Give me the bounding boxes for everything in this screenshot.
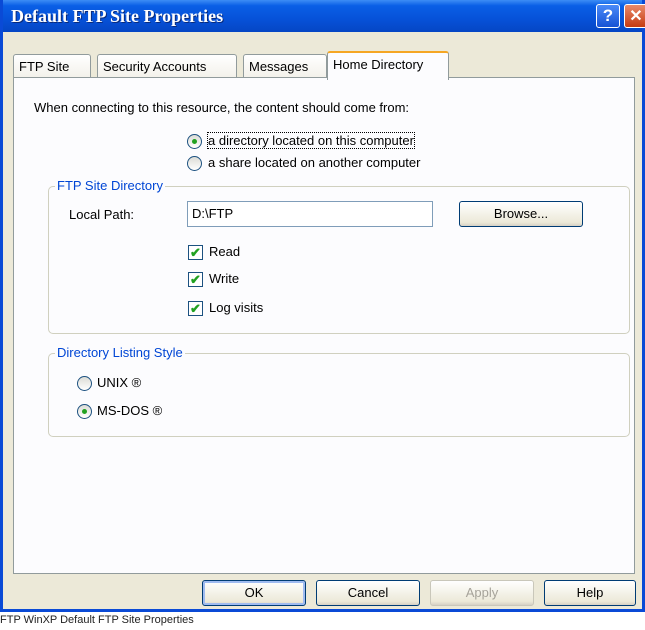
radio-msdos-label[interactable]: MS-DOS ® bbox=[97, 403, 162, 418]
apply-label: Apply bbox=[465, 585, 499, 600]
radio-unix[interactable] bbox=[77, 376, 92, 391]
group-title: FTP Site Directory bbox=[55, 178, 165, 193]
tab-label: Messages bbox=[249, 59, 309, 74]
write-label[interactable]: Write bbox=[209, 271, 239, 286]
radio-msdos[interactable] bbox=[77, 404, 92, 419]
content-source-prompt: When connecting to this resource, the co… bbox=[34, 100, 410, 115]
group-title: Directory Listing Style bbox=[55, 345, 185, 360]
window-title: Default FTP Site Properties bbox=[11, 6, 224, 26]
radio-local-directory[interactable] bbox=[187, 134, 202, 149]
image-caption: FTP WinXP Default FTP Site Properties bbox=[0, 614, 194, 626]
read-checkbox[interactable]: ✔ bbox=[188, 245, 203, 260]
checkmark-icon: ✔ bbox=[190, 272, 201, 287]
tab-label: Home Directory bbox=[333, 57, 424, 72]
read-label[interactable]: Read bbox=[209, 244, 240, 259]
properties-dialog: Default FTP Site Properties ? ✕ FTP Site… bbox=[0, 0, 645, 612]
local-path-label: Local Path: bbox=[69, 207, 135, 222]
browse-button[interactable]: Browse... bbox=[459, 201, 583, 227]
log-visits-checkbox[interactable]: ✔ bbox=[188, 301, 203, 316]
ftp-site-directory-group: FTP Site Directory Local Path: D:\FTP Br… bbox=[48, 178, 630, 334]
tab-security-accounts[interactable]: Security Accounts bbox=[97, 54, 237, 78]
browse-label: Browse... bbox=[493, 206, 549, 221]
help-label: Help bbox=[576, 585, 604, 600]
checkmark-icon: ✔ bbox=[190, 245, 201, 260]
tab-ftp-site[interactable]: FTP Site bbox=[13, 54, 91, 78]
close-icon[interactable]: ✕ bbox=[624, 4, 645, 28]
cancel-button[interactable]: Cancel bbox=[316, 580, 420, 606]
help-glyph: ? bbox=[602, 6, 614, 25]
tab-panel: When connecting to this resource, the co… bbox=[13, 77, 635, 574]
radio-network-share-label[interactable]: a share located on another computer bbox=[208, 155, 420, 170]
apply-button[interactable]: Apply bbox=[430, 580, 534, 606]
radio-unix-label[interactable]: UNIX ® bbox=[97, 375, 141, 390]
write-checkbox[interactable]: ✔ bbox=[188, 272, 203, 287]
ok-label: OK bbox=[244, 585, 264, 600]
help-icon[interactable]: ? bbox=[596, 4, 620, 28]
ok-button[interactable]: OK bbox=[202, 580, 306, 606]
checkmark-icon: ✔ bbox=[190, 301, 201, 316]
local-path-input[interactable]: D:\FTP bbox=[187, 201, 433, 227]
radio-network-share[interactable] bbox=[187, 156, 202, 171]
tab-messages[interactable]: Messages bbox=[243, 54, 327, 78]
tab-label: Security Accounts bbox=[103, 59, 207, 74]
cancel-label: Cancel bbox=[347, 585, 389, 600]
help-button[interactable]: Help bbox=[544, 580, 636, 606]
radio-local-directory-label[interactable]: a directory located on this computer bbox=[207, 132, 415, 149]
close-glyph: ✕ bbox=[629, 8, 643, 25]
title-bar[interactable]: Default FTP Site Properties ? ✕ bbox=[3, 0, 645, 32]
directory-listing-style-group: Directory Listing Style UNIX ® MS-DOS ® bbox=[48, 345, 630, 437]
log-visits-label[interactable]: Log visits bbox=[209, 300, 263, 315]
tab-label: FTP Site bbox=[19, 59, 70, 74]
tab-home-directory[interactable]: Home Directory bbox=[327, 51, 449, 80]
